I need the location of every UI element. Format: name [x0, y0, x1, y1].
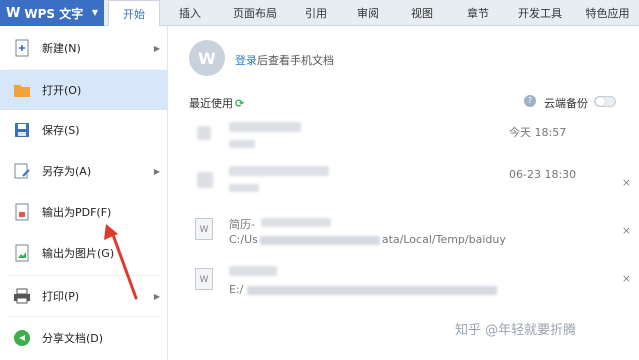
- print-icon: [12, 286, 32, 306]
- menu-item-label: 另存为(A): [42, 165, 92, 178]
- tab-insert[interactable]: 插入: [168, 0, 212, 26]
- doc-file-icon: W: [195, 218, 213, 240]
- file-path-blurred: [229, 184, 259, 192]
- menu-item-label: 打印(P): [42, 290, 80, 303]
- recent-file-row[interactable]: 06-23 18:30 ×: [169, 162, 639, 206]
- menu-item-save[interactable]: 保存(S): [0, 110, 168, 150]
- tab-developer[interactable]: 开发工具: [510, 0, 570, 26]
- share-icon: [12, 328, 32, 348]
- close-icon[interactable]: ×: [622, 224, 631, 237]
- avatar[interactable]: W: [189, 40, 225, 76]
- menu-item-open[interactable]: 打开(O): [0, 70, 168, 110]
- file-path: E:/: [229, 283, 498, 296]
- close-icon[interactable]: ×: [622, 272, 631, 285]
- tab-home[interactable]: 开始: [108, 0, 160, 27]
- menu-item-print[interactable]: 打印(P) ▶: [0, 276, 168, 316]
- recent-file-row[interactable]: W E:/ ×: [169, 262, 639, 306]
- menu-item-share[interactable]: 分享文档(D): [0, 318, 168, 358]
- app-menu-button[interactable]: W WPS 文字 ▼: [0, 0, 104, 26]
- recent-file-row[interactable]: W 简历- C:/Us ata/Local/Temp/baiduy ×: [169, 212, 639, 256]
- login-prompt: 登录后查看手机文档: [235, 52, 334, 68]
- recent-title-label: 最近使用: [189, 97, 233, 110]
- recent-title: 最近使用 ⟳: [189, 95, 244, 111]
- file-time: 06-23 18:30: [509, 168, 577, 181]
- menu-item-label: 输出为图片(G): [42, 247, 115, 260]
- chevron-right-icon: ▶: [153, 166, 160, 176]
- image-export-icon: [12, 243, 32, 263]
- menu-item-export-pdf[interactable]: 输出为PDF(F): [0, 192, 168, 232]
- path-blurred: [247, 285, 498, 295]
- ribbon-tab-bar: W WPS 文字 ▼ 开始 插入 页面布局 引用 审阅 视图 章节 开发工具 特…: [0, 0, 639, 27]
- wps-logo-icon: W: [6, 5, 21, 21]
- file-name: 简历-: [229, 218, 255, 231]
- tab-chapter[interactable]: 章节: [456, 0, 500, 26]
- open-folder-icon: [12, 80, 32, 100]
- refresh-icon[interactable]: ⟳: [235, 97, 244, 110]
- cloud-backup-label: 云端备份: [544, 97, 588, 110]
- file-name-blurred: [229, 266, 277, 276]
- tab-features[interactable]: 特色应用: [576, 0, 639, 26]
- file-name-blurred: [229, 166, 329, 176]
- file-path-blurred: [229, 140, 255, 148]
- menu-item-label: 保存(S): [42, 124, 80, 137]
- help-icon[interactable]: ?: [524, 95, 536, 107]
- menu-item-export-image[interactable]: 输出为图片(G): [0, 233, 168, 273]
- doc-file-icon: W: [195, 268, 213, 290]
- new-doc-icon: [12, 38, 32, 58]
- cloud-backup-toggle[interactable]: [594, 96, 616, 107]
- menu-item-label: 新建(N): [42, 42, 81, 55]
- menu-item-new[interactable]: 新建(N) ▶: [0, 28, 168, 68]
- tab-review[interactable]: 审阅: [346, 0, 390, 26]
- menu-item-label: 分享文档(D): [42, 332, 104, 345]
- menu-item-label: 输出为PDF(F): [42, 206, 112, 219]
- chevron-down-icon: ▼: [91, 8, 98, 17]
- tab-view[interactable]: 视图: [400, 0, 444, 26]
- file-icon: [197, 126, 211, 140]
- tab-references[interactable]: 引用: [294, 0, 338, 26]
- login-link[interactable]: 登录: [235, 54, 257, 67]
- file-path-text: E:/: [229, 283, 244, 296]
- app-name: WPS 文字: [24, 6, 84, 21]
- file-name-blurred: [229, 122, 301, 132]
- chevron-right-icon: ▶: [153, 43, 160, 53]
- pdf-export-icon: [12, 202, 32, 222]
- save-as-icon: [12, 161, 32, 181]
- file-name-blurred: [261, 218, 331, 227]
- save-icon: [12, 120, 32, 140]
- menu-item-save-as[interactable]: 另存为(A) ▶: [0, 151, 168, 191]
- recent-panel: W 登录后查看手机文档 最近使用 ⟳ ? 云端备份 今天 18:57 06-23 …: [169, 26, 639, 360]
- file-menu: 新建(N) ▶ 打开(O) 保存(S) 另存为(A) ▶ 输出为PDF(F) 输…: [0, 26, 168, 360]
- file-icon: [197, 172, 213, 188]
- path-blurred: [259, 235, 380, 245]
- watermark: 知乎 @年轻就要折腾: [455, 323, 577, 338]
- menu-divider: [8, 316, 160, 317]
- recent-file-row[interactable]: 今天 18:57: [169, 118, 639, 162]
- menu-item-label: 打开(O): [42, 84, 82, 97]
- login-rest: 后查看手机文档: [257, 54, 334, 67]
- file-time: 今天 18:57: [509, 126, 567, 139]
- chevron-right-icon: ▶: [153, 291, 160, 301]
- file-path: C:/Us ata/Local/Temp/baiduy: [229, 233, 506, 246]
- tab-page-layout[interactable]: 页面布局: [222, 0, 288, 26]
- close-icon[interactable]: ×: [622, 176, 631, 189]
